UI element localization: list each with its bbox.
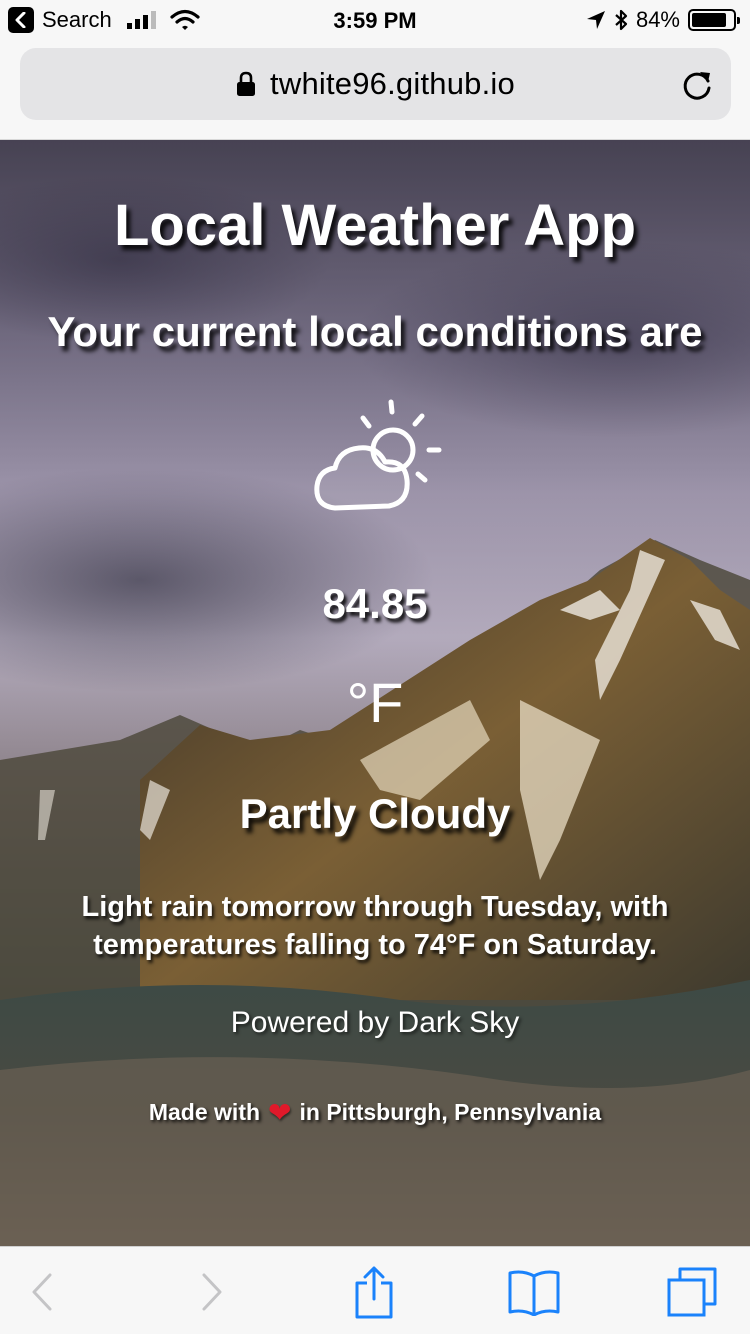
powered-by-link[interactable]: Powered by Dark Sky — [0, 1006, 750, 1040]
tabs-icon — [667, 1267, 717, 1317]
page-subtitle: Your current local conditions are — [47, 308, 703, 355]
share-icon — [355, 1266, 393, 1319]
temperature-unit[interactable]: °F — [0, 670, 750, 735]
credit-prefix: Made with — [148, 1099, 261, 1125]
temperature-value: 84.85 — [322, 580, 428, 627]
back-icon — [32, 1273, 52, 1311]
status-right: 84% — [586, 7, 740, 33]
credit-suffix: in Pittsburgh, Pennsylvania — [299, 1099, 602, 1125]
weather-page: Local Weather App Your current local con… — [0, 140, 750, 1246]
forward-icon — [202, 1273, 222, 1311]
tabs-button[interactable] — [664, 1265, 720, 1319]
back-button[interactable] — [14, 1265, 70, 1319]
page-title: Local Weather App — [113, 193, 637, 258]
forward-button[interactable] — [184, 1265, 240, 1319]
bookmarks-icon — [508, 1270, 560, 1316]
browser-address-area: twhite96.github.io — [0, 40, 750, 140]
address-bar[interactable]: twhite96.github.io — [20, 48, 731, 120]
forecast-text: Light rain tomorrow through Tuesday, wit… — [81, 891, 669, 961]
status-bar: Search 3:59 PM 84% — [0, 0, 750, 40]
bluetooth-icon — [615, 9, 628, 31]
partly-cloudy-day-icon — [314, 399, 442, 511]
battery-icon — [688, 9, 740, 31]
heart-icon: ❤ — [268, 1097, 292, 1128]
footer-credit: Made with ❤ in Pittsburgh, Pennsylvania — [0, 1096, 750, 1129]
weather-summary: Partly Cloudy — [239, 790, 511, 837]
bookmarks-button[interactable] — [506, 1265, 562, 1319]
battery-percent: 84% — [635, 7, 680, 32]
lock-icon — [237, 71, 256, 96]
share-button[interactable] — [346, 1265, 402, 1319]
battery-level — [692, 13, 726, 27]
reload-icon[interactable] — [681, 68, 715, 102]
browser-toolbar — [0, 1246, 750, 1334]
address-url[interactable]: twhite96.github.io — [270, 66, 515, 102]
location-arrow-icon — [586, 11, 605, 29]
